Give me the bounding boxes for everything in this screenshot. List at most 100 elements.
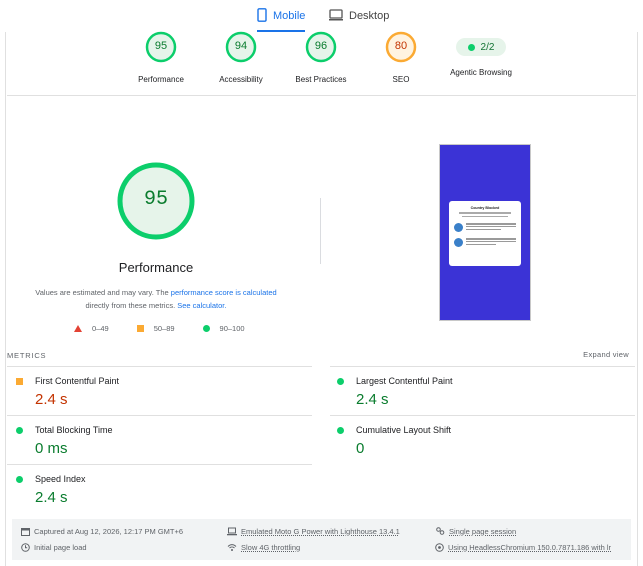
metric-si-value: 2.4 s — [35, 489, 68, 506]
legend-fail: 0–49 — [74, 324, 109, 333]
legend-average-label: 50–89 — [153, 324, 175, 333]
divider — [330, 415, 635, 416]
text-line — [459, 212, 511, 214]
category-performance[interactable]: 95 Performance — [116, 31, 206, 84]
tab-mobile-label: Mobile — [273, 10, 306, 22]
metric-lcp-label: Largest Contentful Paint — [356, 376, 453, 386]
captured-at-text: Captured at Aug 12, 2026, 12:17 PM GMT+6 — [34, 527, 184, 536]
metric-tbt-label: Total Blocking Time — [35, 425, 113, 435]
initial-page-load-text: Initial page load — [34, 543, 87, 552]
metrics-heading: METRICS — [7, 351, 47, 360]
legend-pass-label: 90–100 — [219, 324, 245, 333]
category-agentic-browsing[interactable]: 2/2 Agentic Browsing — [436, 31, 526, 77]
screenshot-row-2 — [454, 238, 516, 247]
metric-fcp-label: First Contentful Paint — [35, 376, 120, 386]
agentic-browsing-pill: 2/2 — [456, 38, 506, 56]
screenshot-card: Country Blocked — [449, 201, 521, 266]
performance-score: 95 — [154, 40, 168, 52]
divider — [7, 95, 636, 96]
text-line — [462, 215, 508, 217]
metric-fcp: First Contentful Paint 2.4 s — [16, 376, 316, 408]
captured-at: Captured at Aug 12, 2026, 12:17 PM GMT+6 — [21, 527, 183, 536]
score-legend: 0–49 50–89 90–100 — [74, 324, 273, 333]
chrome-icon — [435, 543, 444, 552]
single-page-session-text: Single page session — [449, 527, 517, 536]
final-screenshot[interactable]: Country Blocked — [439, 144, 531, 321]
phone-icon — [257, 7, 267, 25]
metric-cls-label: Cumulative Layout Shift — [356, 425, 452, 435]
score-calculated-link[interactable]: performance score is calculated — [171, 288, 277, 297]
tab-desktop[interactable]: Desktop — [329, 0, 389, 32]
wifi-icon — [227, 543, 237, 552]
mail-icon — [454, 238, 463, 247]
single-page-session[interactable]: Single page session — [435, 527, 516, 536]
performance-gauge: 95 — [145, 31, 177, 63]
pass-circle-icon — [337, 377, 344, 385]
monitor-icon — [329, 8, 343, 24]
accessibility-label: Accessibility — [219, 75, 263, 84]
network-throttling[interactable]: Slow 4G throttling — [227, 543, 300, 552]
metric-tbt: Total Blocking Time 0 ms — [16, 425, 316, 457]
initial-page-load: Initial page load — [21, 543, 87, 552]
accessibility-gauge: 94 — [225, 31, 257, 63]
browser-version-text: Using HeadlessChromium 150.0.7871.186 wi… — [448, 543, 612, 552]
performance-big-score: 95 — [143, 188, 168, 211]
metric-cls: Cumulative Layout Shift 0 — [337, 425, 637, 457]
network-throttling-text: Slow 4G throttling — [241, 543, 301, 552]
triangle-icon — [74, 325, 82, 332]
screenshot-row-1 — [454, 223, 516, 232]
note-mid: directly from these metrics. — [85, 301, 176, 310]
emulated-device-text: Emulated Moto G Power with Lighthouse 13… — [241, 527, 400, 536]
category-accessibility[interactable]: 94 Accessibility — [196, 31, 286, 84]
legend-fail-label: 0–49 — [92, 324, 109, 333]
metric-lcp-value: 2.4 s — [356, 391, 389, 408]
seo-label: SEO — [392, 75, 410, 84]
divider — [330, 366, 635, 367]
pass-circle-icon — [16, 426, 23, 434]
people-icon — [435, 527, 445, 536]
performance-big-gauge: 95 — [116, 161, 196, 241]
metric-tbt-value: 0 ms — [35, 440, 68, 457]
average-square-icon — [16, 377, 23, 385]
best-practices-gauge: 96 — [305, 31, 337, 63]
best-practices-score: 96 — [314, 40, 328, 52]
emulated-device[interactable]: Emulated Moto G Power with Lighthouse 13… — [227, 527, 400, 536]
metric-si-label: Speed Index — [35, 474, 86, 484]
pass-dot-icon — [467, 43, 475, 51]
runtime-settings: Captured at Aug 12, 2026, 12:17 PM GMT+6… — [12, 519, 631, 560]
metric-cls-value: 0 — [356, 440, 365, 457]
vertical-divider — [320, 198, 321, 264]
calendar-icon — [21, 527, 30, 536]
square-icon — [136, 325, 144, 332]
legend-pass: 90–100 — [202, 324, 245, 333]
device-tabs: Mobile Desktop — [0, 0, 643, 32]
divider — [7, 415, 312, 416]
see-calculator-link[interactable]: See calculator. — [177, 301, 226, 310]
legend-average: 50–89 — [136, 324, 175, 333]
category-best-practices[interactable]: 96 Best Practices — [276, 31, 366, 84]
metric-lcp: Largest Contentful Paint 2.4 s — [337, 376, 637, 408]
performance-note: Values are estimated and may vary. The p… — [26, 286, 286, 312]
divider — [7, 464, 312, 465]
divider — [7, 366, 312, 367]
accessibility-score: 94 — [234, 40, 248, 52]
metric-si: Speed Index 2.4 s — [16, 474, 316, 506]
screenshot-card-title: Country Blocked — [470, 206, 500, 210]
seo-gauge: 80 — [385, 31, 417, 63]
lock-icon — [454, 223, 463, 232]
timer-icon — [21, 543, 30, 552]
category-seo[interactable]: 80 SEO — [356, 31, 446, 84]
pass-circle-icon — [16, 475, 23, 483]
pass-circle-icon — [337, 426, 344, 434]
browser-version[interactable]: Using HeadlessChromium 150.0.7871.186 wi… — [435, 543, 611, 552]
expand-view-toggle[interactable]: Expand view — [583, 350, 629, 359]
agentic-browsing-label: Agentic Browsing — [450, 68, 512, 77]
performance-label: Performance — [138, 75, 184, 84]
performance-title: Performance — [118, 260, 194, 275]
seo-score: 80 — [394, 40, 408, 52]
note-prefix: Values are estimated and may vary. The — [35, 288, 169, 297]
agentic-browsing-score: 2/2 — [480, 41, 495, 53]
laptop-icon — [227, 527, 237, 536]
tab-desktop-label: Desktop — [349, 10, 390, 22]
tab-mobile[interactable]: Mobile — [257, 0, 306, 32]
